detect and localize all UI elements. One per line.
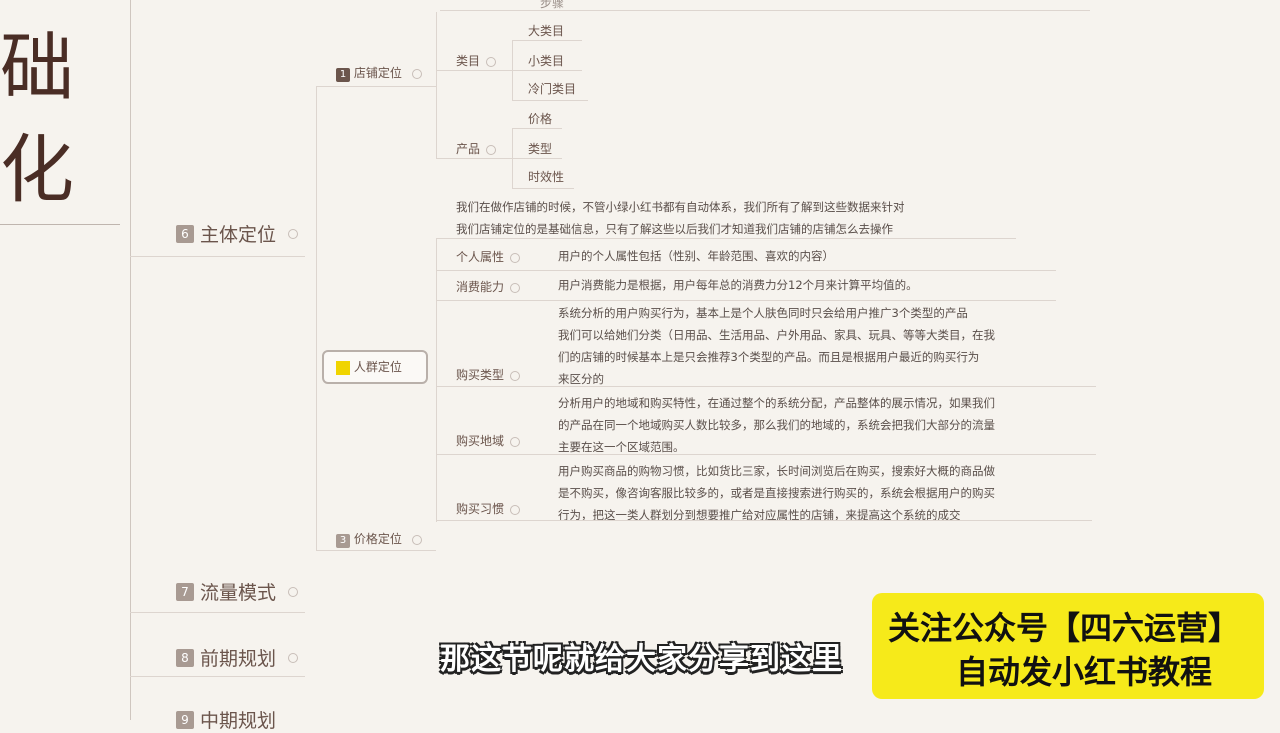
section-label: 主体定位 (200, 224, 277, 246)
section-number: 7 (176, 582, 194, 601)
node-label: 价格定位 (353, 532, 402, 546)
node-label: 人群定位 (353, 360, 402, 374)
persona-row-text: 用户的个人属性包括（性别、年龄范围、喜欢的内容） (558, 245, 1088, 267)
intro-text: 我们在做作店铺的时候，不管小绿小红书都有自动体系，我们所有了解到这些数据来针对 … (456, 196, 1016, 240)
branch-6 (130, 256, 305, 257)
promo-line-1: 关注公众号【四六运营】 (888, 609, 1241, 647)
row-label: 消费能力 (456, 280, 505, 294)
node-number: 3 (336, 534, 350, 548)
left-char-2: 化 (0, 127, 74, 213)
persona-row-label[interactable]: 购买类型 (456, 366, 521, 383)
section-label: 前期规划 (200, 648, 277, 670)
promo-line-2: 自动发小红书教程 (956, 653, 1213, 691)
left-char-1: 础 (0, 25, 74, 111)
expand-dot-icon[interactable] (510, 252, 521, 263)
node-store-positioning[interactable]: 1 店铺定位 (336, 64, 422, 82)
category-label: 类目 (456, 54, 481, 68)
expand-dot-icon[interactable] (486, 144, 497, 155)
item-underline (512, 158, 562, 159)
row-label: 购买习惯 (456, 502, 505, 516)
expand-dot-icon[interactable] (288, 586, 299, 597)
row-line: 是不购买，像咨询客服比较多的，或者是直接搜索进行购买的，系统会根据用户的购买 (558, 486, 995, 500)
persona-row-text: 用户消费能力是根据，用户每年总的消费力分12个月来计算平均值的。 (558, 274, 1088, 296)
category-item[interactable]: 冷门类目 (528, 80, 576, 97)
category-underline (436, 70, 512, 71)
highlight-marker-icon (336, 360, 350, 375)
row-line: 系统分析的用户购买行为，基本上是个人肤色同时只会给用户推广3个类型的产品 (558, 306, 968, 320)
row-line: 们的店铺的时候基本上是只会推荐3个类型的产品。而且是根据用户最近的购买行为 (558, 350, 980, 364)
intro-line: 我们店铺定位的是基础信息，只有了解这些以后我们才知道我们店铺的店铺怎么去操作 (456, 222, 893, 236)
persona-row-label[interactable]: 个人属性 (456, 248, 521, 265)
row-divider (436, 300, 1056, 301)
item-underline (512, 70, 582, 71)
row-line: 行为，把这一类人群划分到想要推广给对应属性的店铺，来提高这个系统的成交 (558, 508, 961, 522)
persona-connector (436, 238, 437, 522)
section-label: 流量模式 (200, 582, 277, 604)
row-line: 的产品在同一个地域购买人数比较多，那么我们的地域的，系统会把我们大部分的流量 (558, 418, 995, 432)
price-underline (316, 550, 436, 551)
persona-row-text: 分析用户的地域和购买特性，在通过整个的系统分配，产品整体的展示情况，如果我们 的… (558, 392, 1088, 458)
expand-dot-icon[interactable] (288, 652, 299, 663)
node-number: 1 (336, 68, 350, 82)
product-underline (436, 158, 512, 159)
item-underline (512, 128, 562, 129)
expand-dot-icon[interactable] (510, 282, 521, 293)
row-label: 个人属性 (456, 250, 505, 264)
store-connector (436, 12, 437, 158)
row-divider (436, 270, 1056, 271)
row-divider (436, 454, 1096, 455)
product-item[interactable]: 价格 (528, 110, 552, 127)
expand-dot-icon[interactable] (510, 370, 521, 381)
row-divider (436, 386, 1096, 387)
row-divider (436, 520, 1092, 521)
section-traffic-mode[interactable]: 7 流量模式 (176, 578, 299, 605)
node-persona-positioning[interactable]: 人群定位 (336, 358, 402, 375)
row-line: 分析用户的地域和购买特性，在通过整个的系统分配，产品整体的展示情况，如果我们 (558, 396, 995, 410)
persona-top-line (436, 238, 1016, 239)
node-price-positioning[interactable]: 3 价格定位 (336, 530, 422, 548)
item-underline (512, 188, 574, 189)
expand-dot-icon[interactable] (411, 68, 422, 79)
row-line: 我们可以给她们分类（日用品、生活用品、户外用品、家具、玩具、等等大类目，在我 (558, 328, 995, 342)
persona-row-label[interactable]: 购买习惯 (456, 500, 521, 517)
category-item[interactable]: 大类目 (528, 22, 564, 39)
store-underline (316, 86, 436, 87)
persona-row-text: 用户购买商品的购物习惯，比如货比三家，长时间浏览后在购买，搜索好大概的商品做 是… (558, 460, 1088, 526)
node-product[interactable]: 产品 (456, 140, 497, 157)
category-item[interactable]: 小类目 (528, 52, 564, 69)
persona-row-text: 系统分析的用户购买行为，基本上是个人肤色同时只会给用户推广3个类型的产品 我们可… (558, 302, 1088, 390)
top-row-line (440, 10, 1090, 11)
node-category[interactable]: 类目 (456, 52, 497, 69)
section-number: 8 (176, 648, 194, 667)
expand-dot-icon[interactable] (510, 504, 521, 515)
expand-dot-icon[interactable] (411, 534, 422, 545)
node-label: 店铺定位 (353, 66, 402, 80)
promo-banner: 关注公众号【四六运营】 自动发小红书教程 (872, 593, 1264, 699)
product-item[interactable]: 类型 (528, 140, 552, 157)
section-early-plan[interactable]: 8 前期规划 (176, 644, 299, 671)
expand-dot-icon[interactable] (486, 56, 497, 67)
persona-row-label[interactable]: 购买地域 (456, 432, 521, 449)
persona-row-label[interactable]: 消费能力 (456, 278, 521, 295)
branch-8 (130, 676, 305, 677)
expand-dot-icon[interactable] (510, 436, 521, 447)
item-underline (512, 40, 582, 41)
row-label: 购买地域 (456, 434, 505, 448)
product-label: 产品 (456, 142, 481, 156)
row-line: 用户的个人属性包括（性别、年龄范围、喜欢的内容） (558, 249, 834, 263)
row-line: 用户购买商品的购物习惯，比如货比三家，长时间浏览后在购买，搜索好大概的商品做 (558, 464, 995, 478)
intro-line: 我们在做作店铺的时候，不管小绿小红书都有自动体系，我们所有了解到这些数据来针对 (456, 200, 905, 214)
expand-dot-icon[interactable] (288, 228, 299, 239)
section-number: 6 (176, 224, 194, 243)
row-label: 购买类型 (456, 368, 505, 382)
row-line: 用户消费能力是根据，用户每年总的消费力分12个月来计算平均值的。 (558, 278, 918, 292)
product-item[interactable]: 时效性 (528, 168, 564, 185)
branch-connector (316, 86, 317, 550)
left-divider (0, 224, 120, 225)
section-main-positioning[interactable]: 6 主体定位 (176, 220, 299, 247)
branch-7 (130, 612, 305, 613)
item-underline (512, 100, 588, 101)
video-subtitle: 那这节呢就给大家分享到这里 (440, 642, 843, 677)
